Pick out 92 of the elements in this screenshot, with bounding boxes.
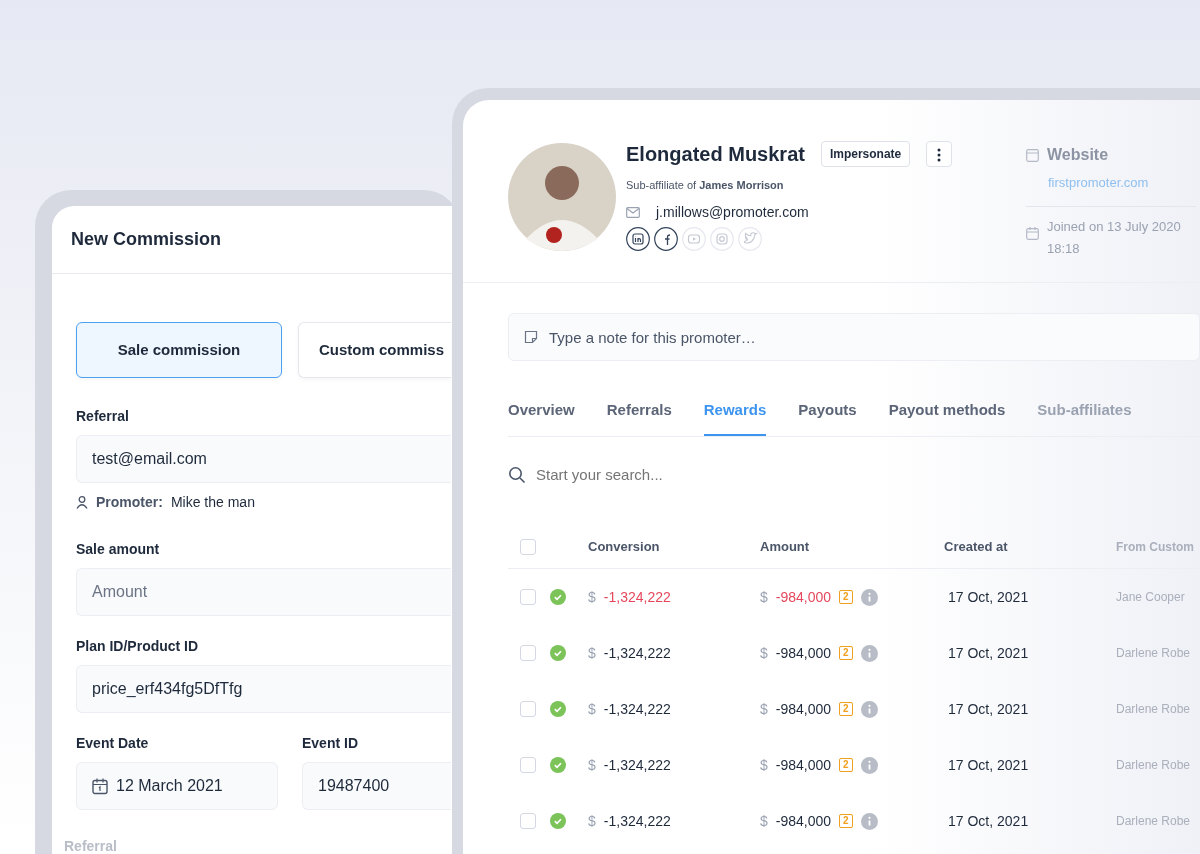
info-icon[interactable] [860, 588, 878, 606]
field-label: Referral [64, 837, 117, 854]
field-label: Event Date [76, 734, 149, 753]
amount-value: -984,000 [775, 587, 832, 607]
customer-name: Darlene Robe [1116, 757, 1191, 774]
currency-symbol: $ [760, 755, 768, 775]
currency-symbol: $ [760, 587, 768, 607]
conversion-value: -1,324,222 [603, 587, 671, 607]
date-cell-text: 17 Oct, 2021 [947, 699, 1030, 719]
panel-title: New Commission [71, 229, 222, 249]
field-label: Event ID [302, 734, 358, 753]
input-field[interactable]: 19487400 [302, 762, 451, 810]
date-field[interactable]: 12 March 2021 [76, 762, 278, 810]
input-field[interactable]: price_erf434fg5DfTfg [76, 665, 451, 713]
count-badge: 2 [839, 758, 853, 772]
tab[interactable]: Payouts [798, 399, 857, 436]
calendar-icon [92, 777, 108, 795]
amount-value: -984,000 [775, 699, 832, 719]
row-checkbox[interactable] [520, 701, 536, 717]
amount-value: -984,000 [775, 755, 832, 775]
row-checkbox[interactable] [520, 813, 536, 829]
input-field[interactable]: Amount [76, 568, 451, 616]
conversion-value: -1,324,222 [603, 755, 671, 775]
currency-symbol: $ [760, 643, 768, 663]
email-text: j.millows@promoter.com [656, 202, 809, 222]
tab[interactable]: Overview [508, 399, 575, 436]
more-button[interactable] [926, 141, 953, 167]
currency-symbol: $ [588, 811, 596, 831]
count-badge: 2 [839, 590, 853, 604]
commission-type-option[interactable]: Sale commission [76, 322, 282, 378]
field-label: Sale amount [76, 540, 160, 559]
instagram-icon[interactable] [710, 226, 734, 251]
count-badge: 2 [839, 702, 853, 716]
count-badge: 2 [839, 814, 853, 828]
currency-symbol: $ [588, 699, 596, 719]
row-checkbox[interactable] [520, 645, 536, 661]
note-field[interactable]: Type a note for this promoter… [508, 313, 1200, 361]
website-label: Website [1047, 145, 1109, 165]
date-cell-text: 17 Oct, 2021 [947, 643, 1030, 663]
info-icon[interactable] [860, 812, 878, 830]
customer-name: Darlene Robe [1116, 645, 1191, 662]
tab[interactable]: Referrals [606, 399, 672, 436]
row-checkbox[interactable] [520, 589, 536, 605]
customer-name: Darlene Robe [1116, 813, 1191, 830]
input-field[interactable]: test@email.com [76, 435, 451, 483]
conversion-value: -1,324,222 [603, 811, 671, 831]
column-header: Created at [944, 537, 1009, 556]
mail-icon [626, 206, 640, 218]
column-header: From Custom [1116, 538, 1194, 556]
info-icon[interactable] [860, 700, 878, 718]
currency-symbol: $ [588, 755, 596, 775]
count-badge: 2 [839, 646, 853, 660]
tab[interactable]: Payout methods [888, 399, 1006, 436]
promoter-name: Mike the man [170, 493, 255, 512]
linkedin-icon[interactable] [626, 226, 650, 251]
field-label: Referral [76, 407, 129, 426]
conversion-value: -1,324,222 [603, 643, 671, 663]
column-header: Conversion [588, 537, 661, 556]
impersonate-button[interactable]: Impersonate [820, 141, 911, 167]
person-icon [76, 496, 88, 509]
row-checkbox[interactable] [520, 757, 536, 773]
joined-date: Joined on 13 July 2020 [1047, 218, 1181, 236]
amount-value: -984,000 [775, 643, 832, 663]
customer-name: Jane Cooper [1116, 589, 1185, 606]
info-icon[interactable] [860, 756, 878, 774]
currency-symbol: $ [760, 811, 768, 831]
column-header: Amount [760, 537, 811, 556]
commission-type-option[interactable]: Custom commiss [298, 322, 451, 378]
currency-symbol: $ [588, 643, 596, 663]
date-cell-text: 17 Oct, 2021 [947, 587, 1030, 607]
facebook-icon[interactable] [654, 226, 678, 251]
conversion-value: -1,324,222 [603, 699, 671, 719]
date-cell-text: 17 Oct, 2021 [947, 811, 1030, 831]
browser-icon [1026, 148, 1039, 162]
date-value: 12 March 2021 [116, 776, 223, 796]
customer-name: Darlene Robe [1116, 701, 1191, 718]
joined-time: 18:18 [1047, 239, 1081, 258]
field-label: Plan ID/Product ID [76, 637, 199, 656]
search-field[interactable]: Start your search... [534, 462, 834, 487]
sub-affiliate-text: Sub-affiliate of James Morrison [626, 178, 785, 193]
promoter-name: Elongated Muskrat [626, 142, 805, 167]
promoter-label: Promoter: [96, 493, 163, 512]
amount-value: -984,000 [775, 811, 832, 831]
calendar-icon [1026, 227, 1039, 240]
currency-symbol: $ [588, 587, 596, 607]
currency-symbol: $ [760, 699, 768, 719]
info-icon[interactable] [860, 644, 878, 662]
select-all-checkbox[interactable] [520, 538, 536, 555]
twitter-icon[interactable] [738, 226, 762, 251]
search-icon [508, 465, 526, 484]
note-icon [524, 330, 538, 344]
date-cell-text: 17 Oct, 2021 [947, 755, 1030, 775]
